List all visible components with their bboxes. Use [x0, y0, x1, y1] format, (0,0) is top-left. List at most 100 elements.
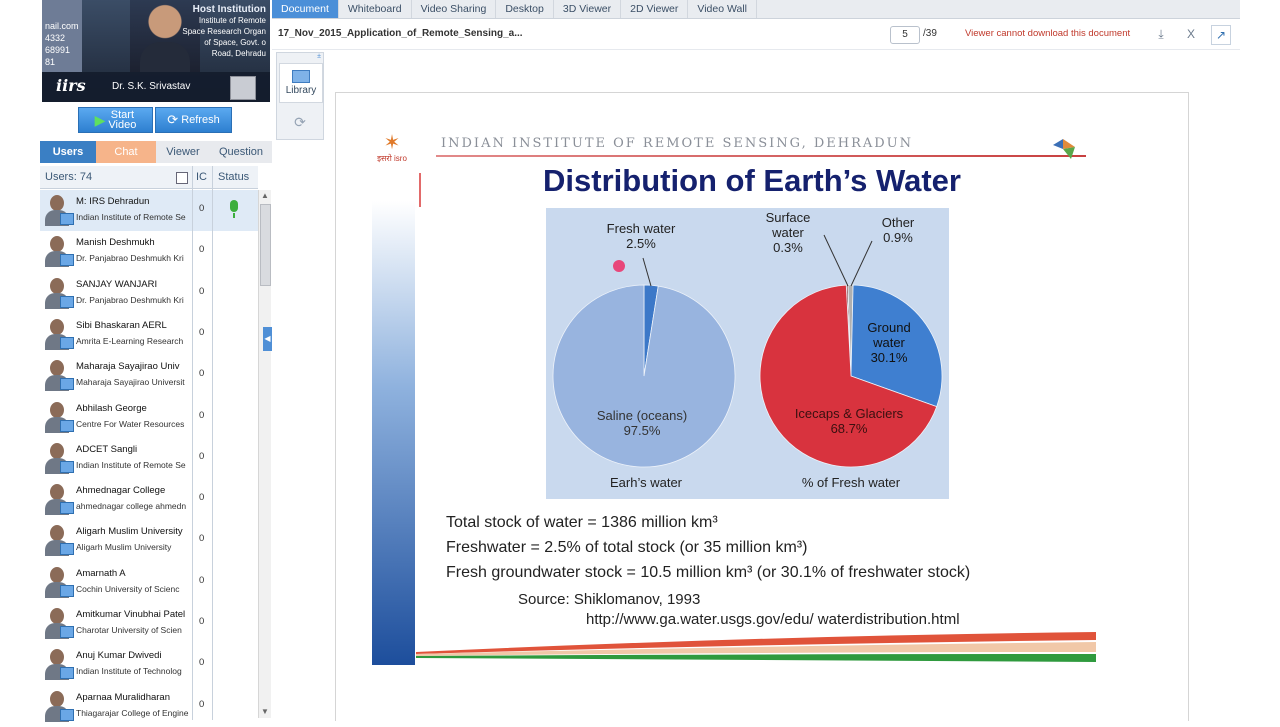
select-all-checkbox[interactable]	[176, 172, 188, 184]
scroll-thumb[interactable]	[260, 204, 271, 286]
pie2-title: % of Fresh water	[801, 475, 901, 490]
user-name: Aligarh Muslim University	[76, 526, 183, 538]
user-ic-count: 0	[199, 409, 205, 421]
pin-icon[interactable]: ±	[317, 53, 321, 60]
tab-document[interactable]: Document	[272, 0, 339, 18]
document-slide: ✶ इसरो isro INDIAN INSTITUTE OF REMOTE S…	[335, 92, 1189, 721]
folder-icon	[292, 70, 310, 83]
column-divider	[212, 166, 213, 720]
tab-chat[interactable]: Chat	[96, 141, 156, 163]
isro-star-icon: ✶	[383, 132, 401, 154]
refresh-button[interactable]: ⟳ Refresh	[155, 107, 232, 133]
surface-water-leader-line	[823, 234, 849, 287]
presenter-video: nail.com 4332 68991 81 Host Institution …	[42, 0, 270, 102]
user-row[interactable]: Amitkumar Vinubhai Patel Charotar Univers…	[40, 603, 258, 644]
pointer-dot	[613, 260, 625, 272]
download-icon[interactable]: ⤓	[1152, 25, 1170, 43]
user-ic-count: 0	[199, 326, 205, 338]
user-avatar-icon	[42, 400, 74, 434]
user-name: SANJAY WANJARI	[76, 278, 158, 290]
user-avatar-icon	[42, 193, 74, 227]
pie1-title: Earh’s water	[609, 475, 682, 490]
download-notice: Viewer cannot download this document	[965, 28, 1131, 39]
tab-question[interactable]: Question	[210, 141, 272, 163]
user-row[interactable]: Maharaja Sayajirao Univ Maharaja Sayajira…	[40, 355, 258, 396]
source-citation: Source: Shiklomanov, 1993 http://www.ga.…	[518, 591, 960, 630]
user-name: ADCET Sangli	[76, 443, 138, 455]
scroll-down-icon[interactable]: ▼	[259, 706, 271, 718]
label-icecaps: Icecaps & Glaciers 68.7%	[794, 406, 904, 436]
video-caption-bar: iirs Dr. S.K. Srivastav	[42, 72, 270, 102]
user-avatar-icon	[42, 234, 74, 268]
document-toolbar: 17_Nov_2015_Application_of_Remote_Sensin…	[272, 19, 1240, 50]
heading-rule	[436, 155, 1086, 157]
tab-video-wall[interactable]: Video Wall	[688, 0, 757, 18]
popout-icon[interactable]: ↗	[1211, 25, 1231, 45]
stat-total: Total stock of water = 1386 million km³	[446, 514, 718, 531]
user-avatar-icon	[42, 523, 74, 557]
microphone-icon[interactable]	[230, 200, 238, 218]
library-button[interactable]: Library	[279, 63, 323, 103]
user-row[interactable]: Abhilash George Centre For Water Resource…	[40, 397, 258, 438]
user-name: Abhilash George	[76, 402, 147, 414]
tab-video-sharing[interactable]: Video Sharing	[412, 0, 497, 18]
scroll-up-icon[interactable]: ▲	[259, 190, 271, 202]
user-organization: Cochin University of Scienc	[76, 583, 180, 594]
ic-column-header: IC	[196, 171, 207, 183]
user-organization: Indian Institute of Remote Se	[76, 212, 186, 222]
fresh-water-leader-line	[642, 257, 652, 287]
stat-freshwater: Freshwater = 2.5% of total stock (or 35 …	[446, 539, 808, 556]
user-organization: Dr. Panjabrao Deshmukh Kri	[76, 253, 184, 264]
user-ic-count: 0	[199, 450, 205, 462]
user-avatar-icon	[42, 689, 74, 723]
pie1-slice-saline-oceans-	[552, 284, 736, 468]
user-row[interactable]: ADCET Sangli Indian Institute of Remote S…	[40, 438, 258, 479]
user-row[interactable]: Aparnaa Muralidharan Thiagarajar College …	[40, 686, 258, 727]
user-ic-count: 0	[199, 244, 205, 256]
user-row[interactable]: Sibi Bhaskaran AERL Amrita E-Learning Res…	[40, 314, 258, 355]
decorative-left-bar	[372, 201, 415, 665]
user-row[interactable]: Amarnath A Cochin University of Scienc 0	[40, 562, 258, 603]
user-organization: Aligarh Muslim University	[76, 542, 172, 553]
user-row[interactable]: SANJAY WANJARI Dr. Panjabrao Deshmukh Kri…	[40, 273, 258, 314]
user-avatar-icon	[42, 647, 74, 681]
user-row[interactable]: Manish Deshmukh Dr. Panjabrao Deshmukh Kr…	[40, 231, 258, 272]
user-name: Ahmednagar College	[76, 485, 166, 497]
sidebar-tabs: Users Chat Viewer Question	[40, 141, 272, 163]
user-avatar-icon	[42, 482, 74, 516]
label-fresh-water: Fresh water 2.5%	[606, 221, 676, 251]
user-organization: Indian Institute of Remote Se	[76, 459, 186, 470]
user-name: Amarnath A	[76, 567, 126, 579]
other-leader-line	[850, 240, 873, 287]
user-ic-count: 0	[199, 368, 205, 380]
tab-desktop[interactable]: Desktop	[496, 0, 554, 18]
tab-3d-viewer[interactable]: 3D Viewer	[554, 0, 622, 18]
sync-icon[interactable]: ⟳	[279, 109, 321, 135]
page-number-input[interactable]: 5	[890, 26, 920, 44]
label-surface-water: Surface water 0.3%	[765, 210, 811, 255]
user-avatar-icon	[42, 565, 74, 599]
user-row[interactable]: M: IRS Dehradun Indian Institute of Remot…	[40, 190, 258, 231]
user-name: Aparnaa Muralidharan	[76, 691, 171, 703]
user-row[interactable]: Ahmednagar College ahmednagar college ahm…	[40, 479, 258, 520]
user-row[interactable]: Aligarh Muslim University Aligarh Muslim …	[40, 520, 258, 561]
user-row[interactable]: Anuj Kumar Dwivedi Indian Institute of Te…	[40, 644, 258, 685]
close-icon[interactable]: X	[1182, 25, 1200, 43]
source-url[interactable]: http://www.ga.water.usgs.gov/edu/ waterd…	[518, 610, 960, 630]
column-divider	[192, 166, 193, 720]
right-margin	[1240, 0, 1280, 720]
user-list-scrollbar[interactable]: ▲ ▼	[258, 190, 271, 718]
user-organization: Centre For Water Resources	[76, 418, 185, 429]
user-avatar-icon	[42, 441, 74, 475]
start-video-button[interactable]: ▶ Start Video	[78, 107, 153, 133]
video-badge-icon	[230, 76, 256, 100]
collapse-sidebar-icon[interactable]: ◀	[263, 327, 272, 351]
presenter-name: Dr. S.K. Srivastav	[112, 81, 191, 92]
user-count: Users: 74	[45, 171, 93, 183]
tab-whiteboard[interactable]: Whiteboard	[339, 0, 412, 18]
tab-2d-viewer[interactable]: 2D Viewer	[621, 0, 689, 18]
tab-viewer[interactable]: Viewer	[156, 141, 210, 163]
left-margin	[0, 0, 40, 720]
tab-users[interactable]: Users	[40, 141, 96, 163]
user-organization: Maharaja Sayajirao Universit	[76, 377, 185, 388]
